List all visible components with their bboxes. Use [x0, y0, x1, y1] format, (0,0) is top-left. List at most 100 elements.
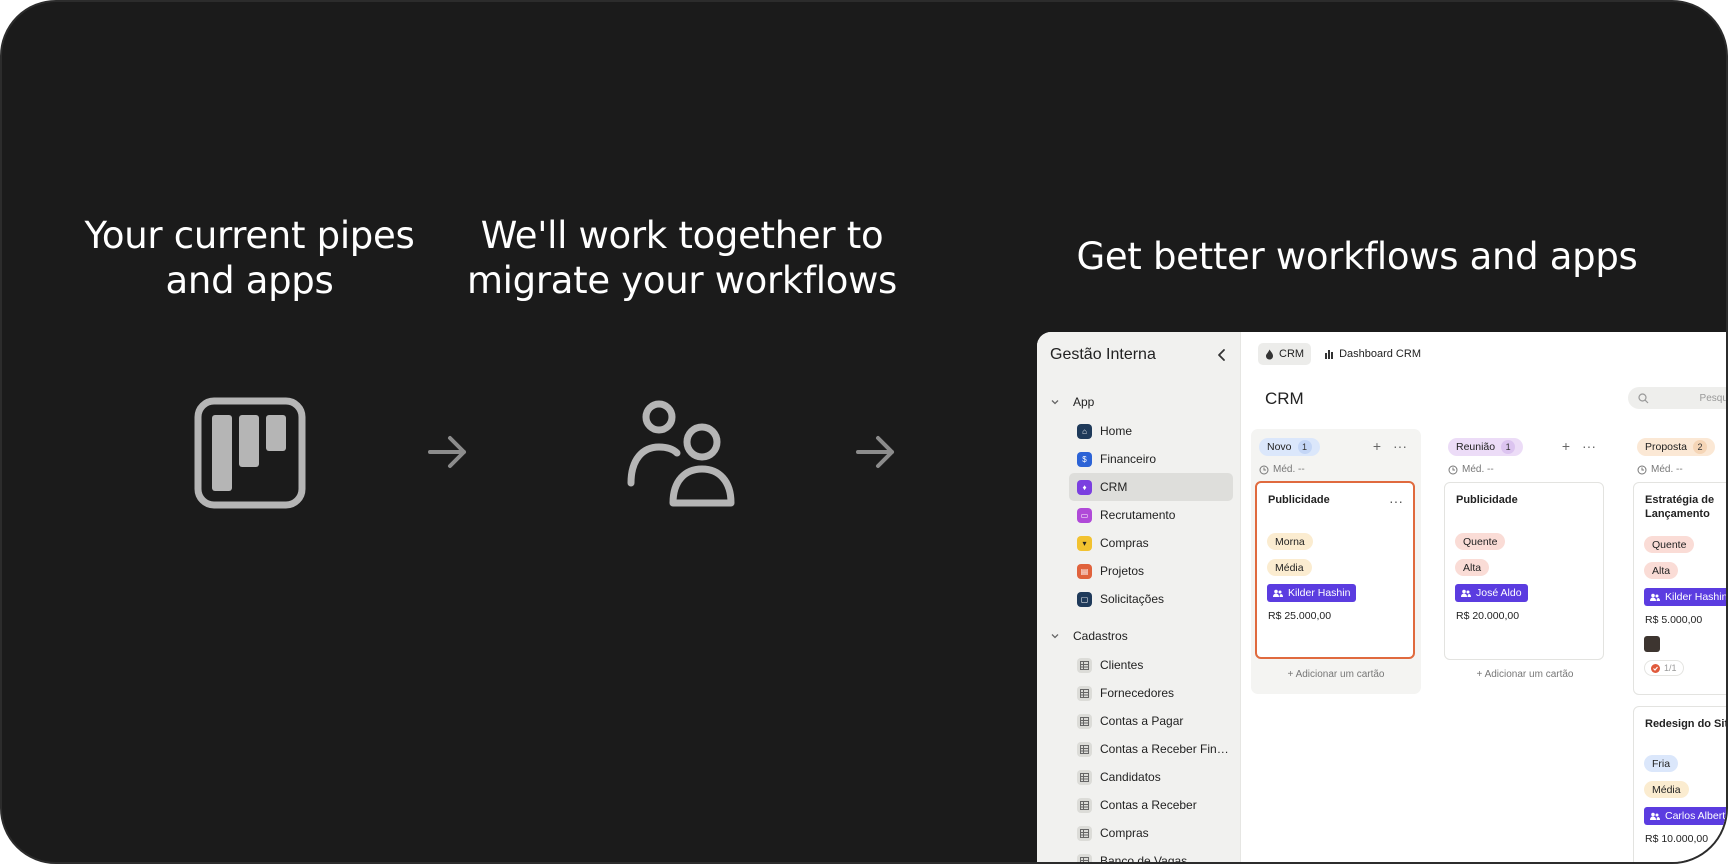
section-label: App [1073, 395, 1095, 409]
section-cadastros[interactable]: Cadastros [1049, 629, 1128, 643]
kanban-board-icon [194, 397, 306, 509]
kanban-card[interactable]: Publicidade ··· Morna Média Kilder Hashi… [1255, 481, 1415, 659]
sidebar-item-compras[interactable]: ▾ Compras [1069, 529, 1233, 557]
sidebar-item-contas-a-pagar[interactable]: Contas a Pagar [1069, 707, 1233, 735]
checklist-count: 1/1 [1664, 663, 1677, 673]
sidebar-item-label: Contas a Pagar [1100, 714, 1184, 728]
table-icon [1077, 797, 1092, 813]
assignee-chip: Kilder Hashin [1644, 588, 1726, 606]
bar-chart-icon [1325, 350, 1334, 359]
column-meta-text: Méd. -- [1651, 464, 1683, 475]
sidebar-item-label: Financeiro [1100, 452, 1157, 466]
sidebar-item-label: Candidatos [1100, 770, 1161, 784]
column-actions: + ··· [1562, 438, 1596, 454]
heading-current-pipes: Your current pipes and apps [84, 214, 415, 302]
temperature-tag: Quente [1644, 536, 1695, 553]
section-label: Cadastros [1073, 629, 1128, 643]
sidebar-item-contas-a-receber-fina[interactable]: Contas a Receber Fina... [1069, 735, 1233, 763]
chevron-left-icon[interactable] [1213, 346, 1231, 364]
priority-tag: Alta [1455, 559, 1490, 576]
add-card-button[interactable]: + Adicionar um cartão [1251, 669, 1421, 680]
table-icon [1077, 741, 1092, 757]
more-icon[interactable]: ··· [1393, 438, 1407, 454]
sidebar-item-fornecedores[interactable]: Fornecedores [1069, 679, 1233, 707]
sidebar-item-contas-a-receber[interactable]: Contas a Receber [1069, 791, 1233, 819]
sidebar-item-compras-table[interactable]: Compras [1069, 819, 1233, 847]
tab-crm[interactable]: CRM [1258, 343, 1312, 365]
sidebar-item-label: Contas a Receber [1100, 798, 1197, 812]
tab-label: CRM [1279, 348, 1305, 360]
sidebar-item-label: Compras [1100, 826, 1149, 840]
card-title: Redesign do Site [1645, 718, 1728, 730]
sidebar-item-banco-de-vagas[interactable]: Banco de Vagas [1069, 847, 1233, 862]
chevron-down-icon [1051, 634, 1059, 639]
column-meta: Méd. -- [1448, 464, 1494, 475]
assignee-chip: Kilder Hashin [1267, 584, 1357, 602]
search-input[interactable]: Pesquisar [1628, 387, 1728, 409]
clock-icon [1637, 465, 1647, 474]
flame-icon: ♦ [1077, 479, 1092, 495]
assignee-name: Carlos Albert [1665, 810, 1726, 822]
users-icon [1650, 593, 1660, 601]
temperature-tag: Morna [1267, 533, 1313, 550]
column-meta-text: Méd. -- [1462, 464, 1494, 475]
column-label: Novo 1 [1259, 438, 1320, 456]
column-count: 1 [1501, 440, 1516, 454]
column-meta: Méd. -- [1259, 464, 1305, 475]
table-icon [1077, 685, 1092, 701]
sidebar-item-recrutamento[interactable]: ▭ Recrutamento [1069, 501, 1233, 529]
sidebar-item-clientes[interactable]: Clientes [1069, 651, 1233, 679]
message-icon: ▢ [1077, 591, 1092, 607]
page-title: CRM [1265, 389, 1304, 408]
search-placeholder: Pesquisar [1699, 392, 1728, 404]
sidebar-item-home[interactable]: ⌂ Home [1069, 417, 1233, 445]
more-icon[interactable]: ··· [1582, 438, 1596, 454]
column-label: Reunião 1 [1448, 438, 1524, 456]
column-title: Proposta [1645, 441, 1688, 453]
search-icon [1638, 392, 1649, 403]
kanban-card[interactable]: Redesign do Site Fria Média Carlos Alber… [1633, 706, 1728, 862]
plus-icon[interactable]: + [1373, 438, 1381, 454]
cart-icon: ▾ [1077, 535, 1092, 551]
column-title: Novo [1267, 441, 1292, 453]
more-icon[interactable]: ··· [1389, 493, 1403, 509]
sidebar-item-solicitacoes[interactable]: ▢ Solicitações [1069, 585, 1233, 613]
priority-tag: Alta [1644, 562, 1679, 579]
card-value: R$ 10.000,00 [1645, 833, 1709, 845]
users-icon [1461, 589, 1471, 597]
arrow-right-icon [856, 436, 894, 468]
sidebar-item-financeiro[interactable]: $ Financeiro [1069, 445, 1233, 473]
sidebar-item-candidatos[interactable]: Candidatos [1069, 763, 1233, 791]
kanban-card[interactable]: Estratégia de Lançamento Quente Alta Kil… [1633, 482, 1726, 695]
sidebar-item-label: Compras [1100, 536, 1149, 550]
priority-tag: Média [1267, 559, 1312, 576]
sidebar: Gestão Interna App ⌂ Home $ Financeiro ♦… [1037, 332, 1241, 862]
tab-dashboard-crm[interactable]: Dashboard CRM [1317, 343, 1428, 365]
temperature-tag: Quente [1455, 533, 1506, 550]
flame-icon [1266, 349, 1273, 359]
chevron-down-icon [1051, 400, 1059, 405]
sidebar-item-label: Recrutamento [1100, 508, 1176, 522]
priority-tag: Média [1644, 781, 1689, 798]
sidebar-item-label: Solicitações [1100, 592, 1165, 606]
column-meta: Méd. -- [1637, 464, 1683, 475]
heading-migrate-workflows: We'll work together to migrate your work… [466, 214, 898, 302]
check-circle-icon [1651, 663, 1660, 673]
table-icon [1077, 769, 1092, 785]
add-card-button[interactable]: + Adicionar um cartão [1440, 669, 1610, 680]
kanban-card[interactable]: Publicidade Quente Alta José Aldo R$ 20.… [1444, 482, 1604, 660]
column-count: 2 [1693, 440, 1708, 454]
checklist-badge: 1/1 [1644, 660, 1684, 676]
column-meta-text: Méd. -- [1273, 464, 1305, 475]
sidebar-item-crm[interactable]: ♦ CRM [1069, 473, 1233, 501]
section-app[interactable]: App [1049, 395, 1094, 409]
assignee-chip: José Aldo [1455, 584, 1528, 602]
assignee-name: Kilder Hashin [1288, 587, 1351, 599]
column-header: Novo 1 [1259, 438, 1320, 456]
hero-frame: Your current pipes and apps We'll work t… [0, 0, 1728, 864]
sidebar-item-projetos[interactable]: ▤ Projetos [1069, 557, 1233, 585]
column-title: Reunião [1456, 441, 1496, 453]
table-icon [1077, 657, 1092, 673]
table-icon [1077, 825, 1092, 841]
plus-icon[interactable]: + [1562, 438, 1570, 454]
